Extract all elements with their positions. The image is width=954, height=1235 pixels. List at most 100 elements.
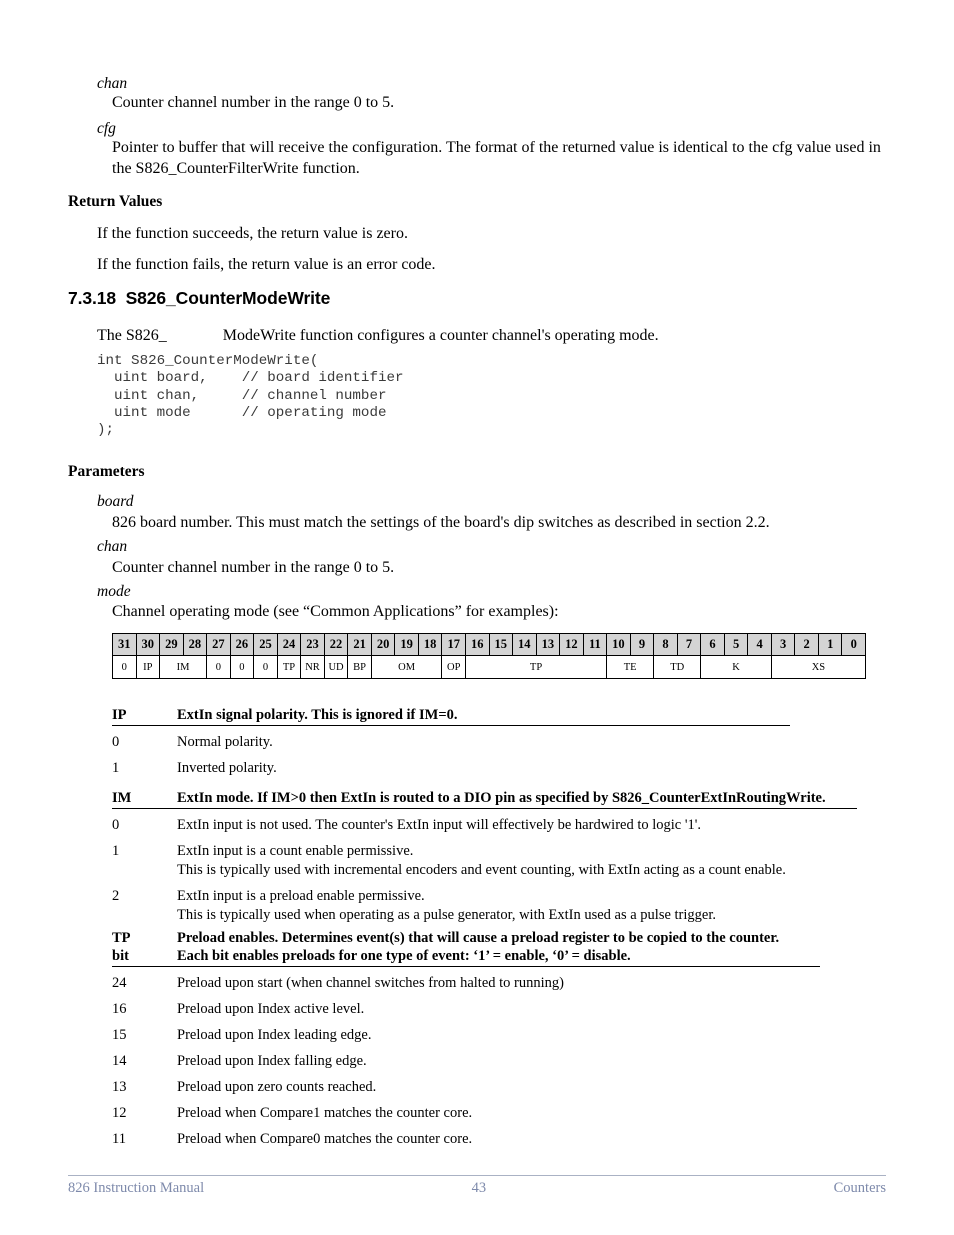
field-value-desc-main: Preload upon Index leading edge. (177, 1027, 372, 1043)
section-intro-paragraph: The S826_ ModeWrite function configures … (97, 327, 659, 344)
param-term-board: board (97, 493, 134, 510)
field-value-desc-main: Normal polarity. (177, 734, 273, 750)
footer-chapter-name: Counters (833, 1180, 886, 1196)
bit-field-cell: BP (347, 655, 372, 679)
bit-field-cell: OM (370, 655, 443, 679)
param-def-chan-top: Counter channel number in the range 0 to… (112, 94, 395, 111)
field-value-key: 16 (112, 1001, 127, 1017)
field-key-ip: IP (112, 707, 127, 723)
bit-field-cell: K (700, 655, 772, 679)
field-value-desc-main: Preload upon Index active level. (177, 1001, 365, 1017)
return-value-success: If the function succeeds, the return val… (97, 225, 408, 242)
bit-number-cell: 26 (229, 633, 255, 656)
function-prototype-code: int S826_CounterModeWrite( uint board, /… (97, 353, 404, 439)
field-group-tp-rows: 24 Preload upon start (when channel switc… (112, 974, 820, 1149)
bit-number-cell: 9 (629, 633, 655, 656)
bit-number-cell: 30 (135, 633, 161, 656)
field-value-key: 13 (112, 1079, 127, 1095)
field-value-key: 11 (112, 1131, 126, 1147)
field-value-key: 1 (112, 843, 120, 859)
field-value-key: 1 (112, 760, 120, 776)
bit-number-cell: 21 (347, 633, 372, 656)
bit-number-cell: 24 (276, 633, 302, 656)
bit-field-cell: 0 (112, 655, 137, 679)
field-value-row: 13 Preload upon zero counts reached. (112, 1078, 820, 1097)
bit-number-cell: 6 (700, 633, 725, 656)
bit-number-cell: 5 (723, 633, 749, 656)
bit-number-cell: 29 (159, 633, 184, 656)
field-value-desc: Normal polarity. (177, 733, 273, 752)
bit-field-cell: OP (441, 655, 466, 679)
field-value-key: 0 (112, 817, 120, 833)
return-values-label: Return Values (68, 193, 163, 210)
bit-number-cell: 11 (582, 633, 608, 656)
param-def-mode: Channel operating mode (see “Common Appl… (112, 603, 559, 620)
field-value-row: 1 Inverted polarity. (112, 759, 790, 778)
bit-field-cell: 0 (253, 655, 278, 679)
field-value-desc: Preload upon start (when channel switche… (177, 974, 564, 993)
page-footer: 826 Instruction Manual 43 Counters (68, 1175, 886, 1197)
field-value-row: 15 Preload upon Index leading edge. (112, 1026, 820, 1045)
field-value-key: 24 (112, 975, 127, 991)
field-key-tp: TP bit (112, 929, 177, 965)
bit-number-cell: 7 (676, 633, 702, 656)
param-def-board: 826 board number. This must match the se… (112, 514, 770, 531)
field-title-ip: ExtIn signal polarity. This is ignored i… (177, 707, 458, 723)
field-value-desc: ExtIn input is a preload enable permissi… (177, 887, 716, 925)
field-value-desc-main: Preload when Compare1 matches the counte… (177, 1105, 473, 1121)
bit-number-cell: 19 (394, 633, 419, 656)
field-title-im: ExtIn mode. If IM>0 then ExtIn is routed… (177, 790, 826, 806)
bit-field-cell: TD (653, 655, 702, 679)
param-term-chan-top: chan (97, 75, 128, 92)
bit-number-cell: 16 (464, 633, 490, 656)
bit-number-cell: 25 (253, 633, 278, 656)
return-value-failure: If the function fails, the return value … (97, 256, 436, 273)
field-value-desc: Preload upon Index leading edge. (177, 1026, 371, 1045)
field-group-im: IM ExtIn mode. If IM>0 then ExtIn is rou… (112, 789, 857, 925)
bit-field-cell: UD (323, 655, 349, 679)
field-key-tp-line1: TP (112, 930, 131, 946)
param-term-cfg: cfg (97, 120, 116, 137)
field-value-row: 0 ExtIn input is not used. The counter's … (112, 816, 857, 835)
bit-field-cell: IP (135, 655, 161, 679)
bit-number-cell: 20 (370, 633, 396, 656)
param-def-chan: Counter channel number in the range 0 to… (112, 559, 395, 576)
field-value-key: 15 (112, 1027, 127, 1043)
field-value-desc-main: ExtIn input is a count enable permissive… (177, 843, 414, 859)
field-key-im: IM (112, 790, 132, 806)
bit-field-cell: TP (276, 655, 302, 679)
field-value-row: 0 Normal polarity. (112, 733, 790, 752)
field-value-desc-main: Preload upon Index falling edge. (177, 1053, 367, 1069)
field-value-desc-note: This is typically used with incremental … (177, 862, 786, 878)
field-value-row: 11 Preload when Compare0 matches the coun… (112, 1130, 820, 1149)
field-value-desc-main: Inverted polarity. (177, 760, 277, 776)
field-value-key: 12 (112, 1105, 127, 1121)
field-value-row: 16 Preload upon Index active level. (112, 1000, 820, 1019)
bit-field-cell: TP (464, 655, 608, 679)
field-value-desc-main: ExtIn input is a preload enable permissi… (177, 888, 425, 904)
field-value-desc: ExtIn input is a count enable permissive… (177, 842, 786, 880)
field-value-desc-main: Preload upon zero counts reached. (177, 1079, 377, 1095)
footer-page-number: 43 (471, 1180, 487, 1196)
bit-number-cell: 17 (441, 633, 466, 656)
bit-field-row: 0 IP IM 0 0 0 TP NR UD BP OM OP TP TE TD K XS (112, 655, 867, 679)
field-value-desc: Preload upon Index active level. (177, 1000, 364, 1019)
bit-field-cell: 0 (206, 655, 231, 679)
param-def-cfg: Pointer to buffer that will receive the … (112, 139, 881, 177)
field-group-ip-rows: 0 Normal polarity. 1 Inverted polarity. (112, 733, 790, 778)
bit-number-cell: 27 (206, 633, 231, 656)
field-value-row: 12 Preload when Compare1 matches the coun… (112, 1104, 820, 1123)
field-group-tp-header: TP bit Preload enables. Determines event… (112, 929, 820, 967)
bit-field-table: 31 30 29 28 27 26 25 24 23 22 21 20 19 18 17 16 15 14 13 12… (112, 633, 867, 679)
field-group-ip-header: IP ExtIn signal polarity. This is ignore… (112, 706, 790, 726)
bit-number-cell: 31 (112, 633, 137, 656)
bit-field-cell: NR (300, 655, 325, 679)
field-value-desc-main: Preload when Compare0 matches the counte… (177, 1131, 473, 1147)
field-key-tp-line2: bit (112, 948, 129, 964)
field-value-row: 1 ExtIn input is a count enable permissiv… (112, 842, 857, 880)
bit-number-cell: 12 (559, 633, 584, 656)
field-group-im-header: IM ExtIn mode. If IM>0 then ExtIn is rou… (112, 789, 857, 809)
param-term-chan: chan (97, 538, 128, 555)
field-value-desc: Preload when Compare0 matches the counte… (177, 1130, 472, 1149)
field-value-row: 24 Preload upon start (when channel switc… (112, 974, 820, 993)
